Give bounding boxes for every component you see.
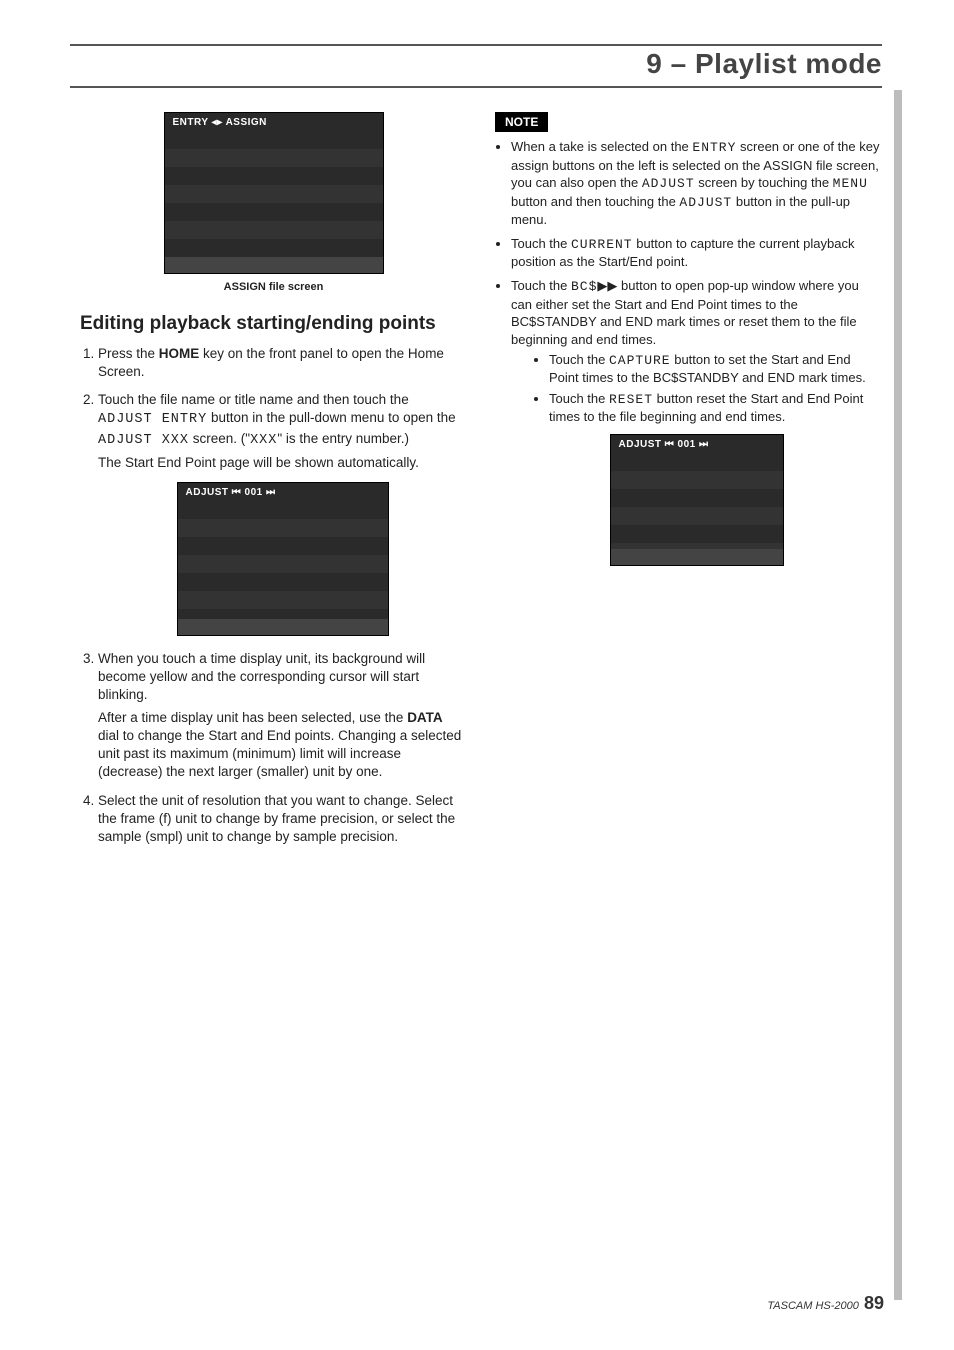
screenshot-caption: ASSIGN file screen [80, 280, 467, 295]
step-text-wrap: After a time display unit has been selec… [98, 709, 467, 782]
note-text: Touch the [511, 236, 571, 251]
step-1: Press the HOME key on the front panel to… [98, 345, 467, 381]
note-item: Touch the BC$ ▶▶ button to open pop-up w… [511, 277, 882, 566]
step-text: When you touch a time display unit, its … [98, 651, 425, 702]
screenshot-assign-file: ENTRY ◂▸ ASSIGN [164, 112, 384, 274]
dial-data: DATA [407, 710, 443, 725]
note-text: When a take is selected on the [511, 139, 692, 154]
note-text: Touch the [549, 352, 609, 367]
sub-note-item: Touch the CAPTURE button to set the Star… [549, 352, 882, 387]
ui-label-bcs: BC$ [571, 279, 597, 294]
note-list: When a take is selected on the ENTRY scr… [495, 138, 882, 566]
step-text: dial to change the Start and End points.… [98, 728, 461, 779]
page-number: 89 [864, 1293, 884, 1313]
key-home: HOME [159, 346, 200, 361]
step-2: Touch the file name or title name and th… [98, 391, 467, 636]
note-badge: NOTE [495, 112, 548, 132]
procedure-steps: Press the HOME key on the front panel to… [80, 345, 467, 847]
step-text: " is the entry number.) [277, 431, 409, 446]
note-text: screen by touching the [695, 175, 833, 190]
ui-label-entry: ENTRY [692, 140, 736, 155]
note-item: When a take is selected on the ENTRY scr… [511, 138, 882, 229]
section-heading: Editing playback starting/ending points [80, 313, 467, 335]
screenshot-adjust-start-end: ADJUST ⏮ 001 ⏭ [177, 482, 389, 636]
step-text: Touch the file name or title name and th… [98, 392, 409, 407]
page-footer: TASCAM HS-2000 89 [767, 1293, 884, 1314]
step-text: The Start End Point page will be shown a… [98, 454, 467, 472]
note-text: Touch the [511, 278, 571, 293]
ui-label-xxx: XXX [250, 433, 277, 448]
note-text: Touch the [549, 391, 609, 406]
ui-label-capture: CAPTURE [609, 353, 671, 368]
page-content: 9 – Playlist mode ENTRY ◂▸ ASSIGN ASSIGN… [70, 44, 882, 856]
product-name: TASCAM HS-2000 [767, 1300, 859, 1312]
ui-label-menu: MENU [833, 176, 868, 191]
header-rule-top [70, 44, 882, 46]
step-text: screen. (" [189, 431, 250, 446]
ui-label-current: CURRENT [571, 237, 633, 252]
screenshot-title: ADJUST ⏮ 001 ⏭ [619, 438, 709, 452]
left-column: ENTRY ◂▸ ASSIGN ASSIGN file screen Editi… [70, 112, 467, 856]
step-text: After a time display unit has been selec… [98, 710, 407, 725]
step-text: Press the [98, 346, 159, 361]
step-3: When you touch a time display unit, its … [98, 650, 467, 782]
step-text: Select the unit of resolution that you w… [98, 793, 455, 844]
step-4: Select the unit of resolution that you w… [98, 792, 467, 847]
sub-note-list: Touch the CAPTURE button to set the Star… [511, 352, 882, 426]
screenshot-capture-bcs: ADJUST ⏮ 001 ⏭ [610, 434, 784, 566]
right-column: NOTE When a take is selected on the ENTR… [495, 112, 882, 856]
sub-note-item: Touch the RESET button reset the Start a… [549, 391, 882, 426]
ui-label-adjust-entry: ADJUST ENTRY [98, 412, 207, 427]
ui-label-adjust: ADJUST [642, 176, 695, 191]
chapter-header: 9 – Playlist mode [70, 48, 882, 80]
ui-label-adjust: ADJUST [679, 195, 732, 210]
fast-forward-icon: ▶▶ [597, 277, 617, 295]
header-rule-bottom [70, 86, 882, 88]
two-column-layout: ENTRY ◂▸ ASSIGN ASSIGN file screen Editi… [70, 112, 882, 856]
ui-label-reset: RESET [609, 392, 653, 407]
ui-label-adjust-xxx: ADJUST XXX [98, 433, 189, 448]
step-text: button in the pull-down menu to open the [207, 410, 455, 425]
screenshot-title: ENTRY ◂▸ ASSIGN [173, 116, 267, 130]
note-text: button and then touching the [511, 194, 679, 209]
note-item: Touch the CURRENT button to capture the … [511, 235, 882, 271]
page-edge-tab [894, 90, 902, 1300]
screenshot-title: ADJUST ⏮ 001 ⏭ [186, 486, 276, 500]
